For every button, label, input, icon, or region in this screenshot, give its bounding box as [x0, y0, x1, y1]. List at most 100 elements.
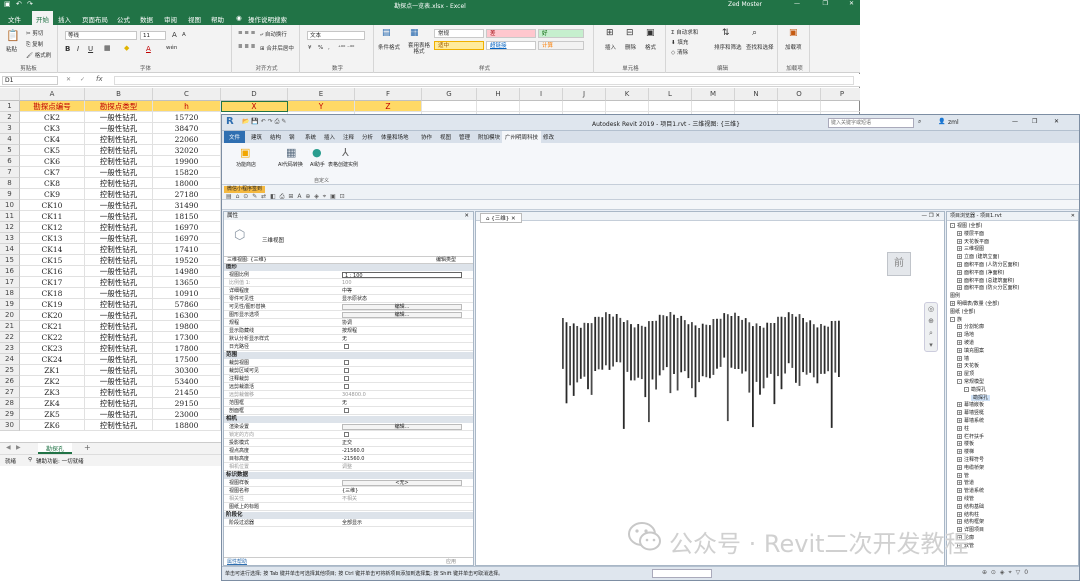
format-cell-icon[interactable]: ▣: [646, 28, 655, 38]
table-cell[interactable]: Y: [288, 101, 355, 112]
paste-icon[interactable]: 📋: [6, 29, 20, 42]
expand-icon[interactable]: +: [957, 262, 962, 267]
table-cell[interactable]: CK13: [20, 233, 85, 244]
row-header[interactable]: 18: [0, 288, 20, 299]
sheet-tab-active[interactable]: 勘探孔: [38, 443, 73, 454]
borehole-column[interactable]: [698, 328, 700, 383]
conditional-format-icon[interactable]: ▤: [382, 28, 391, 38]
browser-item[interactable]: 图例: [950, 292, 960, 299]
code-convert-button[interactable]: AI代码转换: [278, 161, 303, 168]
table-cell[interactable]: 31490: [153, 200, 221, 211]
borehole-column[interactable]: [651, 321, 654, 380]
table-cell[interactable]: 21450: [153, 387, 221, 398]
wechat-signin-button[interactable]: 微信小程序签到: [224, 186, 266, 193]
property-edit-button[interactable]: 编辑...: [342, 304, 462, 310]
column-header[interactable]: K: [606, 88, 649, 101]
expand-icon[interactable]: +: [957, 480, 962, 486]
row-header[interactable]: 11: [0, 211, 20, 222]
borehole-column[interactable]: [812, 324, 815, 378]
column-header[interactable]: G: [422, 88, 477, 101]
row-header[interactable]: 2: [0, 112, 20, 123]
next-sheet-icon[interactable]: ▶: [16, 444, 21, 451]
revit-tab-manage[interactable]: 管理: [459, 133, 470, 141]
browser-item[interactable]: + 立面 (建筑立面): [957, 253, 1000, 260]
table-cell[interactable]: [821, 101, 860, 112]
browser-item[interactable]: + 面积平面 (净面积): [957, 269, 1005, 276]
style-good[interactable]: 好: [538, 29, 584, 38]
table-cell[interactable]: 30300: [153, 365, 221, 376]
borehole-column[interactable]: [633, 327, 636, 381]
italic-button[interactable]: I: [77, 45, 79, 53]
table-cell[interactable]: CK22: [20, 332, 85, 343]
table-cell[interactable]: 控制性钻孔: [85, 244, 153, 255]
expand-icon[interactable]: +: [957, 402, 962, 408]
style-normal[interactable]: 常规: [434, 29, 484, 38]
column-header[interactable]: J: [563, 88, 606, 101]
property-edit-button[interactable]: <无>: [342, 480, 462, 486]
table-cell[interactable]: [778, 101, 821, 112]
property-section[interactable]: 相机: [224, 416, 473, 423]
borehole-column[interactable]: [572, 323, 575, 396]
table-cell[interactable]: 控制性钻孔: [85, 398, 153, 409]
borehole-column[interactable]: [784, 317, 786, 374]
expand-icon[interactable]: +: [957, 441, 962, 447]
table-cell[interactable]: 53400: [153, 376, 221, 387]
expand-icon[interactable]: +: [957, 433, 962, 439]
property-section[interactable]: 标识数据: [224, 472, 473, 479]
property-checkbox[interactable]: [344, 368, 349, 373]
table-cell[interactable]: 18800: [153, 420, 221, 431]
borehole-column[interactable]: [648, 321, 650, 423]
property-checkbox[interactable]: [344, 360, 349, 365]
table-cell[interactable]: 控制性钻孔: [85, 145, 153, 156]
borehole-column[interactable]: [665, 316, 668, 368]
table-cell[interactable]: 19800: [153, 321, 221, 332]
row-header[interactable]: 12: [0, 222, 20, 233]
table-cell[interactable]: 控制性钻孔: [85, 222, 153, 233]
table-cell[interactable]: CK6: [20, 156, 85, 167]
property-section[interactable]: 图形: [224, 264, 473, 271]
borehole-column[interactable]: [669, 312, 672, 394]
column-header[interactable]: B: [85, 88, 153, 101]
borehole-column[interactable]: [622, 322, 625, 429]
borehole-column[interactable]: [719, 318, 722, 367]
borehole-column[interactable]: [809, 320, 812, 373]
expand-icon[interactable]: +: [957, 511, 962, 517]
row-header[interactable]: 27: [0, 387, 20, 398]
expand-icon[interactable]: +: [957, 371, 962, 377]
browser-item[interactable]: + 楼层平面: [957, 230, 984, 237]
property-checkbox[interactable]: [344, 408, 349, 413]
table-cell[interactable]: [692, 101, 735, 112]
borehole-column[interactable]: [838, 320, 840, 377]
table-cell[interactable]: 一般性钻孔: [85, 354, 153, 365]
revit-tab-analyze[interactable]: 分析: [362, 133, 373, 141]
table-cell[interactable]: [422, 101, 477, 112]
table-cell[interactable]: CK8: [20, 178, 85, 189]
borehole-column[interactable]: [626, 320, 629, 372]
code-convert-icon[interactable]: ▦: [286, 146, 296, 159]
borehole-column[interactable]: [644, 326, 647, 398]
table-cell[interactable]: 一般性钻孔: [85, 365, 153, 376]
borehole-column[interactable]: [777, 316, 779, 377]
browser-item[interactable]: + 管道系统: [957, 487, 984, 494]
browser-item[interactable]: + 墙: [957, 355, 969, 362]
decimal-icon[interactable]: ⁺⁰⁰ ⁻⁰⁰: [338, 45, 354, 51]
browser-item[interactable]: 图纸 (全部): [950, 308, 976, 315]
conditional-format-button[interactable]: 条件格式: [378, 43, 400, 51]
borehole-column[interactable]: [759, 326, 761, 395]
borehole-column[interactable]: [587, 323, 589, 390]
table-cell[interactable]: 控制性钻孔: [85, 387, 153, 398]
table-cell[interactable]: CK2: [20, 112, 85, 123]
borehole-column[interactable]: [601, 317, 604, 370]
row-header[interactable]: 7: [0, 167, 20, 178]
tab-review[interactable]: 审阅: [164, 14, 177, 24]
tab-view[interactable]: 视图: [188, 14, 201, 24]
minimize-icon[interactable]: —: [794, 0, 800, 7]
underline-button[interactable]: U: [88, 45, 93, 53]
property-edit-button[interactable]: 编辑...: [342, 312, 462, 318]
tab-page-layout[interactable]: 页面布局: [82, 14, 108, 24]
table-cell[interactable]: CK3: [20, 123, 85, 134]
clear-button[interactable]: ◇ 清除: [671, 48, 688, 56]
revit-tab-collaborate[interactable]: 协作: [421, 133, 432, 141]
borehole-column[interactable]: [709, 325, 711, 379]
row-header[interactable]: 19: [0, 299, 20, 310]
